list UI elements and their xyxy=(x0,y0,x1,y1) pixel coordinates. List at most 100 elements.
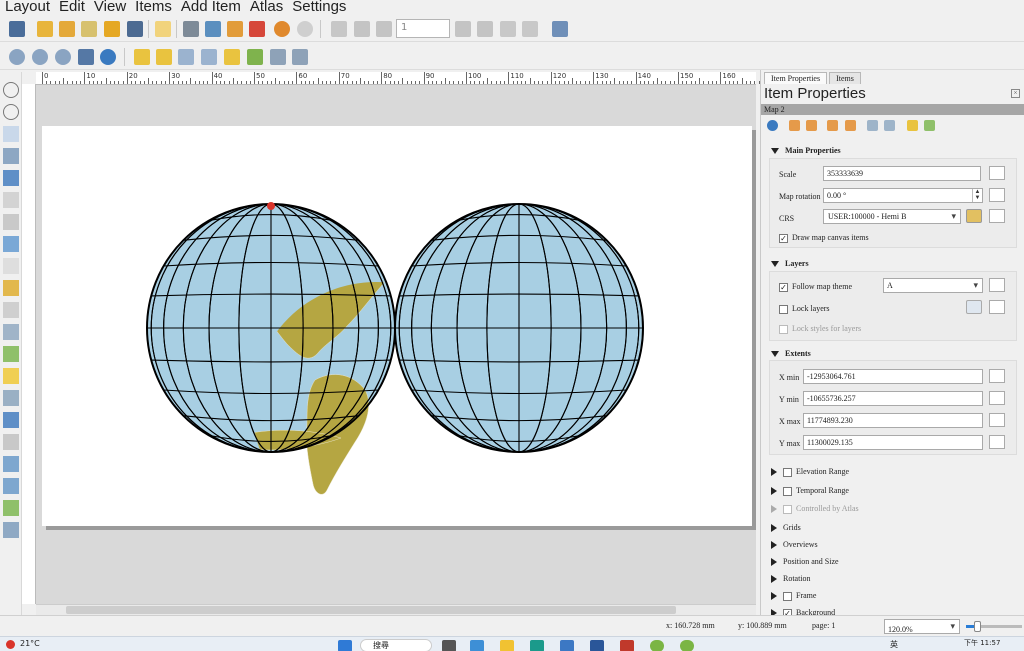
save-icon[interactable] xyxy=(9,21,25,37)
data-defined-icon[interactable] xyxy=(989,435,1005,449)
eye-icon[interactable] xyxy=(966,300,982,314)
menu-atlas[interactable]: Atlas xyxy=(250,0,283,14)
scrollbar-thumb[interactable] xyxy=(66,606,676,614)
menu-layout[interactable]: Layout xyxy=(5,0,50,14)
main-properties-header[interactable]: Main Properties xyxy=(771,146,841,155)
bookmarks-icon[interactable] xyxy=(867,120,878,131)
extents-header[interactable]: Extents xyxy=(771,349,811,358)
crs-select[interactable]: USER:100000 - Hemi B xyxy=(823,209,961,224)
add-picture-icon[interactable] xyxy=(3,236,19,252)
align-top-icon[interactable] xyxy=(247,49,263,65)
add-map-icon[interactable] xyxy=(3,192,19,208)
map-item[interactable] xyxy=(42,126,752,526)
start-icon[interactable] xyxy=(338,640,352,651)
first-feature-icon[interactable] xyxy=(354,21,370,37)
position-size-section[interactable]: Position and Size xyxy=(771,557,839,567)
zoom-tool-icon[interactable] xyxy=(3,104,19,120)
align-left-icon[interactable] xyxy=(224,49,240,65)
map-theme-select[interactable]: A xyxy=(883,278,983,293)
task-view-icon[interactable] xyxy=(442,640,456,651)
overviews-section[interactable]: Overviews xyxy=(771,540,818,550)
next-feature-icon[interactable] xyxy=(455,21,471,37)
file-explorer-icon[interactable] xyxy=(500,640,514,651)
add-marker-icon[interactable] xyxy=(3,368,19,384)
page-setup-icon[interactable] xyxy=(155,21,171,37)
zoom-in-icon[interactable] xyxy=(9,49,25,65)
xmax-input[interactable]: 11774893.230 xyxy=(803,413,983,428)
zoom-100-icon[interactable] xyxy=(55,49,71,65)
print-icon[interactable] xyxy=(183,21,199,37)
refresh-icon[interactable] xyxy=(100,49,116,65)
open-template-icon[interactable] xyxy=(104,21,120,37)
atlas-print-icon[interactable] xyxy=(500,21,516,37)
data-defined-icon[interactable] xyxy=(989,369,1005,383)
close-icon[interactable]: × xyxy=(1011,89,1020,98)
app-icon[interactable] xyxy=(620,640,634,651)
add-legend-icon[interactable] xyxy=(3,280,19,296)
new-layout-icon[interactable] xyxy=(37,21,53,37)
refresh-icon[interactable] xyxy=(767,120,778,131)
rotation-section[interactable]: Rotation xyxy=(771,574,811,584)
zoom-combo[interactable]: 120.0% xyxy=(884,619,960,634)
add-arrow-icon[interactable] xyxy=(3,390,19,406)
taskbar-search[interactable]: 搜尋 xyxy=(360,639,432,651)
set-scale-icon[interactable] xyxy=(827,120,838,131)
add-polyline-icon[interactable] xyxy=(3,434,19,450)
undo-icon[interactable] xyxy=(274,21,290,37)
ymin-input[interactable]: -10655736.257 xyxy=(803,391,983,406)
menu-items[interactable]: Items xyxy=(135,0,172,14)
add-shape-icon[interactable] xyxy=(3,346,19,362)
atlas-page-combo[interactable]: 1 xyxy=(396,19,450,38)
follow-theme-checkbox[interactable]: ✓ Follow map theme xyxy=(779,282,852,292)
view-extent-icon[interactable] xyxy=(806,120,817,131)
layout-manager-icon[interactable] xyxy=(81,21,97,37)
zoom-out-icon[interactable] xyxy=(32,49,48,65)
data-defined-icon[interactable] xyxy=(989,209,1005,223)
duplicate-layout-icon[interactable] xyxy=(59,21,75,37)
zoom-slider-handle[interactable] xyxy=(974,621,982,632)
add-scalebar-icon[interactable] xyxy=(3,302,19,318)
atlas-export-icon[interactable] xyxy=(522,21,538,37)
widgets-icon[interactable] xyxy=(470,640,484,651)
horizontal-scrollbar[interactable] xyxy=(36,604,756,615)
tab-items[interactable]: Items xyxy=(829,72,861,84)
tab-item-properties[interactable]: Item Properties xyxy=(764,72,828,84)
raise-icon[interactable] xyxy=(134,49,150,65)
save-template-icon[interactable] xyxy=(127,21,143,37)
redo-icon[interactable] xyxy=(297,21,313,37)
atlas-settings-icon[interactable] xyxy=(552,21,568,37)
bring-front-icon[interactable] xyxy=(178,49,194,65)
add-elevation-profile-icon[interactable] xyxy=(3,522,19,538)
pan-icon[interactable] xyxy=(3,82,19,98)
export-pdf-icon[interactable] xyxy=(249,21,265,37)
data-defined-icon[interactable] xyxy=(989,278,1005,292)
temporal-range-section[interactable]: Temporal Range xyxy=(771,486,849,496)
previous-feature-icon[interactable] xyxy=(376,21,392,37)
qgis-icon[interactable] xyxy=(650,640,664,651)
xmin-input[interactable]: -12953064.761 xyxy=(803,369,983,384)
add-polygon-icon[interactable] xyxy=(3,412,19,428)
app-icon[interactable] xyxy=(590,640,604,651)
zoom-slider[interactable] xyxy=(966,621,1022,632)
select-icon[interactable] xyxy=(3,126,19,142)
draw-canvas-items-checkbox[interactable]: ✓ Draw map canvas items xyxy=(779,233,869,243)
atlas-preview-icon[interactable] xyxy=(331,21,347,37)
menu-settings[interactable]: Settings xyxy=(292,0,346,14)
view-scale-icon[interactable] xyxy=(845,120,856,131)
clock[interactable]: 下午 11:57 xyxy=(964,638,1000,648)
lock-layers-checkbox[interactable]: Lock layers xyxy=(779,304,830,314)
send-back-icon[interactable] xyxy=(201,49,217,65)
menu-edit[interactable]: Edit xyxy=(59,0,85,14)
add-html-icon[interactable] xyxy=(3,456,19,472)
resize-icon[interactable] xyxy=(292,49,308,65)
export-svg-icon[interactable] xyxy=(227,21,243,37)
export-image-icon[interactable] xyxy=(205,21,221,37)
add-north-arrow-icon[interactable] xyxy=(3,324,19,340)
menu-add-item[interactable]: Add Item xyxy=(181,0,241,14)
ymax-input[interactable]: 11300029.135 xyxy=(803,435,983,450)
scale-input[interactable]: 353333639 xyxy=(823,166,981,181)
add-attribute-table-icon[interactable] xyxy=(3,478,19,494)
elevation-range-section[interactable]: Elevation Range xyxy=(771,467,849,477)
add-fixed-table-icon[interactable] xyxy=(3,500,19,516)
weather-text[interactable]: 21°C xyxy=(20,639,40,648)
